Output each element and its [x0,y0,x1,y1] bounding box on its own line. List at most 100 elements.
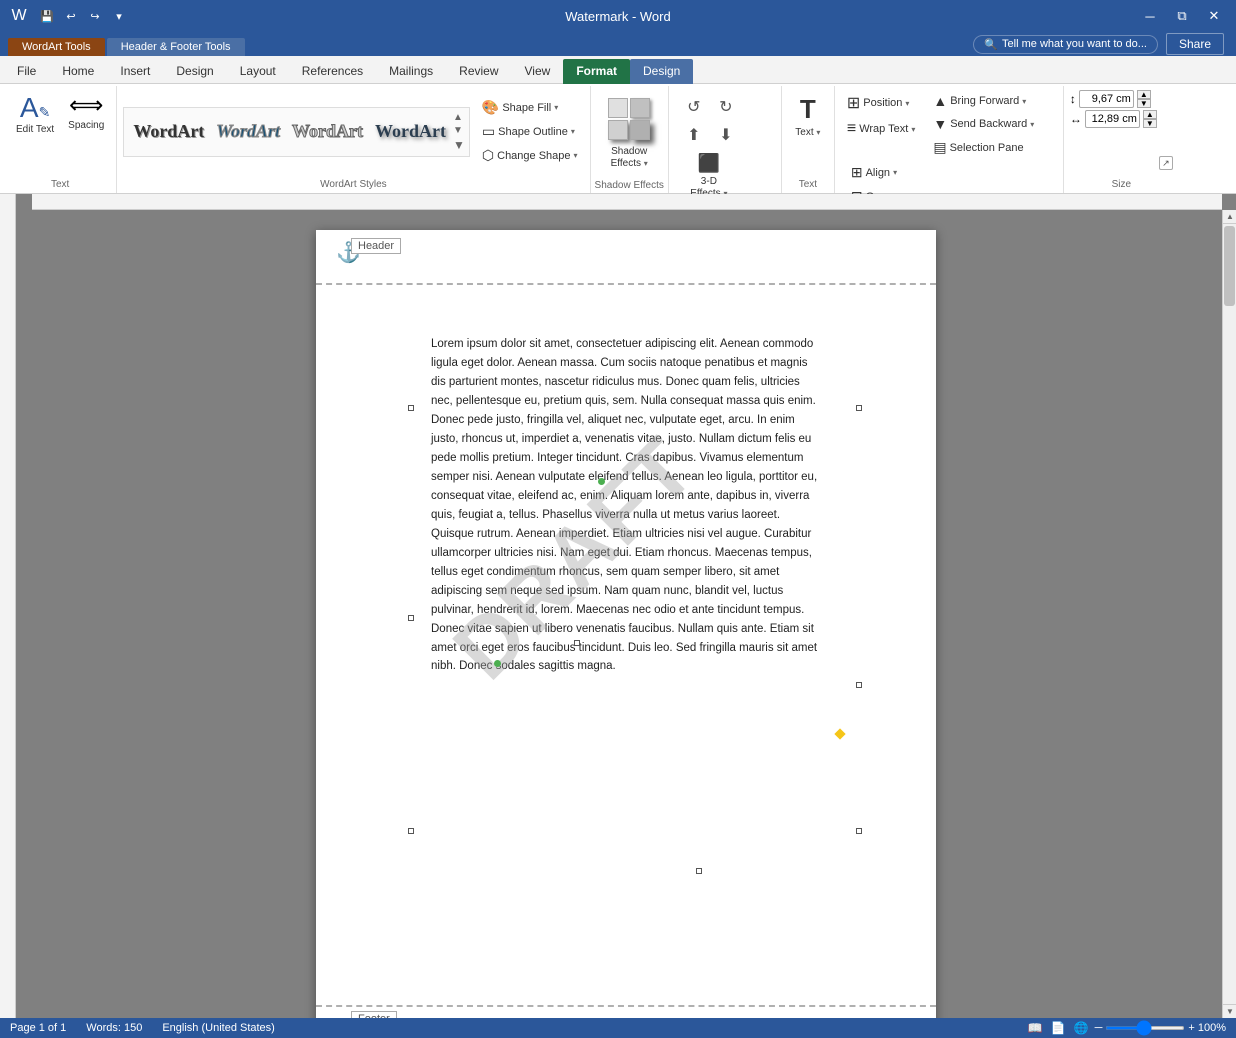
edit-text-button[interactable]: A✎ Edit Text [10,90,60,140]
tab-references[interactable]: References [289,59,376,84]
customize-btn[interactable]: ▾ [108,5,130,27]
bring-forward-arrow[interactable]: ▾ [1022,97,1026,106]
web-layout-btn[interactable]: 🌐 [1072,1019,1091,1037]
tab-format[interactable]: Format [563,59,630,84]
word-count: Words: 150 [86,1022,142,1034]
change-shape-button[interactable]: ⬡ Change Shape ▾ [476,144,584,167]
selection-handle-bm[interactable] [696,868,702,874]
scroll-down-button[interactable]: ▼ [1223,1004,1236,1018]
selection-handle-bl[interactable] [408,828,414,834]
wordart-style-4[interactable]: WordArt [370,118,451,145]
3d-tilt-down-button[interactable]: ⬇ [711,122,741,148]
width-spin[interactable]: ▲ ▼ [1143,110,1157,128]
shape-fill-button[interactable]: 🎨 Shape Fill ▾ [476,96,584,119]
redo-btn[interactable]: ↪ [84,5,106,27]
height-up-btn[interactable]: ▲ [1137,90,1151,99]
scroll-up-button[interactable]: ▲ [1223,210,1236,224]
group-text-label: Text [8,177,112,193]
shape-fill-arrow[interactable]: ▾ [554,103,558,112]
wordart-preview-4: WordArt [375,121,446,141]
width-down-btn[interactable]: ▼ [1143,119,1157,128]
send-backward-button[interactable]: ▼ Send Backward ▾ [927,113,1040,135]
width-input[interactable] [1085,110,1140,128]
selection-handle-ml[interactable] [408,615,414,621]
gallery-arrows[interactable]: ▲ ▼ ▼ [453,112,465,152]
wordart-style-2[interactable]: WordArt [211,118,285,145]
gallery-down-icon[interactable]: ▼ [453,125,465,136]
shape-outline-label: Shape Outline [498,126,568,138]
selection-handle-tr[interactable] [856,405,862,411]
zoom-range[interactable] [1105,1026,1185,1030]
change-shape-label: Change Shape [497,150,570,162]
width-icon: ↔ [1070,112,1082,126]
selection-handle-mr[interactable] [856,682,862,688]
tab-home[interactable]: Home [49,59,107,84]
footer-label: Footer [351,1011,397,1018]
selection-pane-button[interactable]: ▤ Selection Pane [927,136,1040,159]
share-button[interactable]: Share [1166,33,1224,55]
shadow-effects-button[interactable]: ShadowEffects ▾ [598,90,660,174]
selection-handle-br[interactable] [856,828,862,834]
align-arrow[interactable]: ▾ [893,168,897,177]
restore-btn[interactable]: ⧉ [1168,2,1196,30]
width-up-btn[interactable]: ▲ [1143,110,1157,119]
wordart-style-3[interactable]: WordArt [287,118,368,145]
tab-review[interactable]: Review [446,59,511,84]
spacing-icon: ⟺ [69,94,103,118]
close-btn[interactable]: ✕ [1200,2,1228,30]
height-input[interactable] [1079,90,1134,108]
wrap-text-arrow[interactable]: ▾ [911,125,915,134]
position-arrow[interactable]: ▾ [905,99,909,108]
print-layout-btn[interactable]: 📄 [1049,1019,1068,1037]
bring-forward-button[interactable]: ▲ Bring Forward ▾ [927,90,1040,112]
tab-layout[interactable]: Layout [227,59,289,84]
3d-tilt-up-button[interactable]: ⬆ [679,122,709,148]
help-search-btn[interactable]: 🔍 Tell me what you want to do... [973,35,1158,54]
read-mode-btn[interactable]: 📖 [1026,1019,1045,1037]
gallery-up-icon[interactable]: ▲ [453,112,465,123]
size-inputs: ↕ ▲ ▼ ↔ ▲ ▼ [1070,90,1157,128]
wrap-text-button[interactable]: ≡ Wrap Text ▾ [841,117,921,141]
document-page: ⚓ Header DRAFT Lo [316,230,936,1018]
tab-view[interactable]: View [512,59,564,84]
zoom-slider[interactable]: ─ + 100% [1095,1022,1226,1034]
save-btn[interactable]: 💾 [36,5,58,27]
wordart-style-1[interactable]: WordArt [128,118,209,145]
tab-file[interactable]: File [4,59,49,84]
undo-btn[interactable]: ↩ [60,5,82,27]
wordart-gallery: WordArt WordArt WordArt WordArt ▲ ▼ ▼ [123,107,470,157]
3d-rotate-left-button[interactable]: ↺ [679,94,709,120]
header-label: Header [351,238,401,254]
3d-rotate-right-icon: ↻ [719,97,732,117]
tab-design[interactable]: Design [163,59,226,84]
align-button[interactable]: ⊞ Align ▾ [845,161,911,184]
green-handle[interactable] [598,478,605,485]
selection-handle-tl[interactable] [408,405,414,411]
document-area[interactable]: ⚓ Header DRAFT Lo [16,194,1236,1018]
tab-design-hf[interactable]: Design [630,59,693,84]
tab-mailings[interactable]: Mailings [376,59,446,84]
size-dialog-launcher[interactable]: ↗ [1159,156,1173,170]
change-shape-arrow[interactable]: ▾ [574,151,578,160]
shape-outline-button[interactable]: ▭ Shape Outline ▾ [476,120,584,143]
3d-rotate-right-button[interactable]: ↻ [711,94,741,120]
gallery-more-icon[interactable]: ▼ [453,138,465,152]
text-direction-button[interactable]: T Text ▾ [788,90,828,143]
selection-pane-label: Selection Pane [950,142,1024,154]
position-wrap-group: ⊞ Position ▾ ≡ Wrap Text ▾ [841,90,921,141]
tab-insert[interactable]: Insert [107,59,163,84]
context-tab-bar: WordArt Tools Header & Footer Tools 🔍 Te… [0,32,1236,56]
height-spin[interactable]: ▲ ▼ [1137,90,1151,108]
green-handle-2[interactable] [494,660,501,667]
shape-outline-arrow[interactable]: ▾ [571,127,575,136]
vertical-scrollbar: ▲ ▼ [1222,210,1236,1018]
send-backward-arrow[interactable]: ▾ [1030,120,1034,129]
scroll-thumb[interactable] [1224,226,1235,306]
height-down-btn[interactable]: ▼ [1137,99,1151,108]
selection-handle-tm[interactable] [574,640,580,646]
search-icon: 🔍 [984,38,998,51]
spacing-button[interactable]: ⟺ Spacing [62,90,110,136]
minimize-btn[interactable]: ─ [1136,2,1164,30]
position-button[interactable]: ⊞ Position ▾ [841,90,921,116]
diamond-handle[interactable] [834,728,845,739]
